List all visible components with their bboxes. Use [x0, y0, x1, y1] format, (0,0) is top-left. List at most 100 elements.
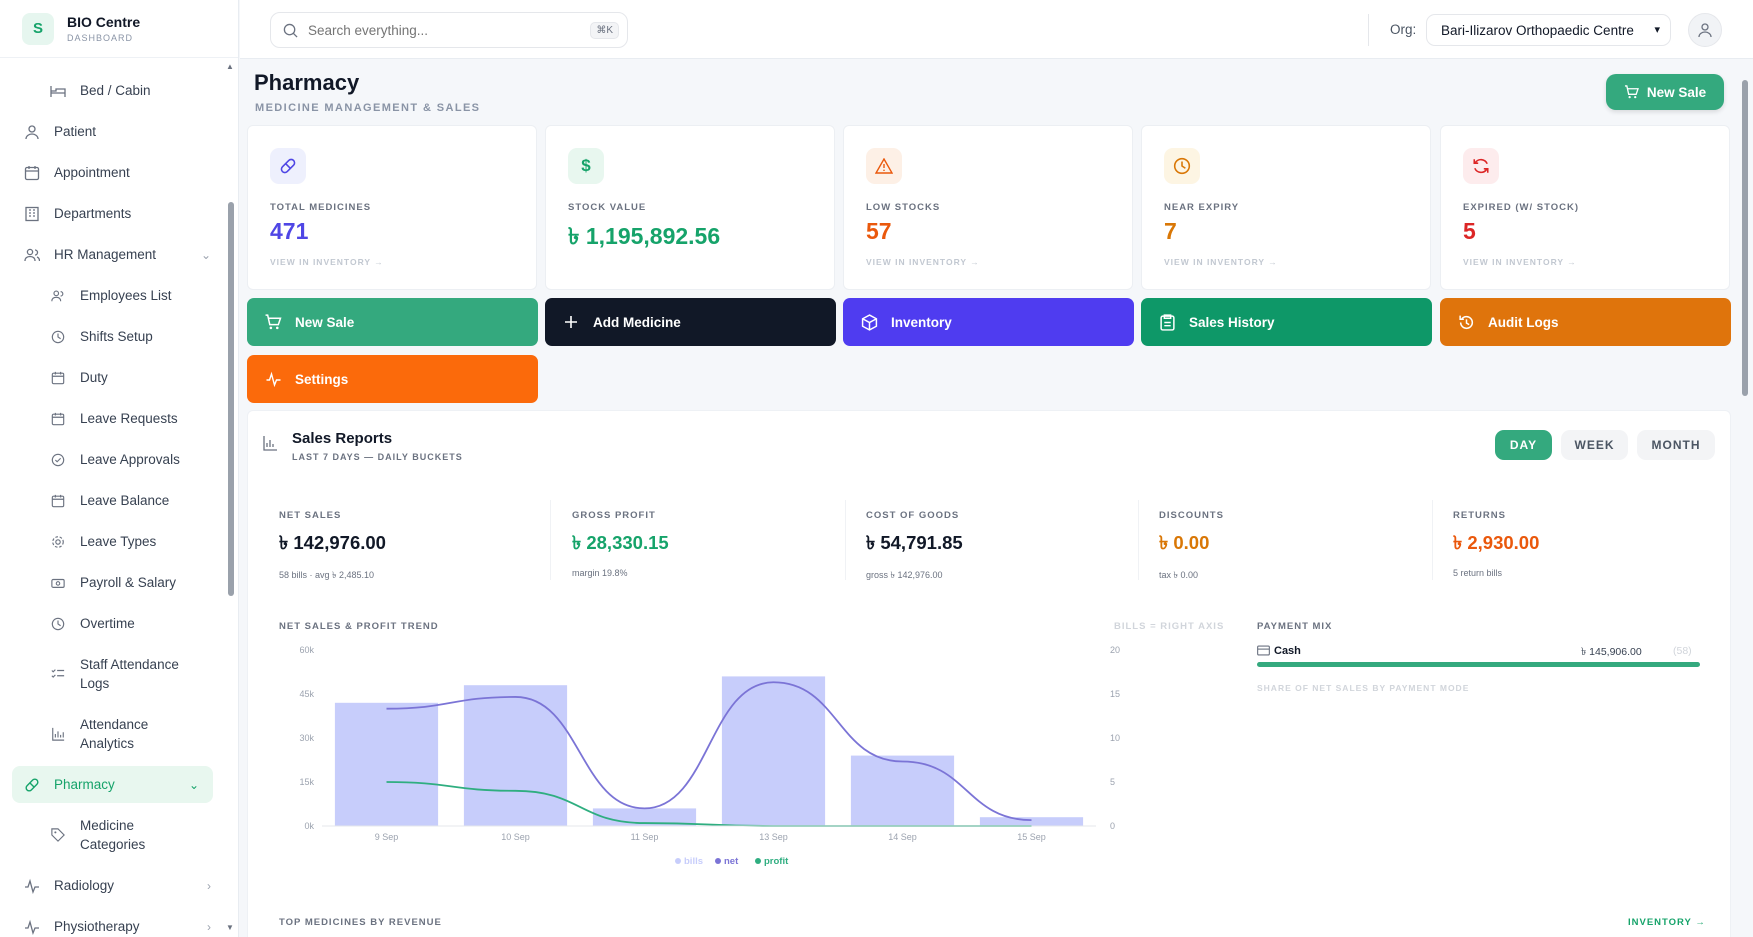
sidebar-item-payroll-salary[interactable]: Payroll & Salary	[0, 562, 225, 603]
sidebar-item-patient[interactable]: Patient	[0, 111, 225, 152]
sidebar-item-physiotherapy[interactable]: Physiotherapy ›	[0, 906, 225, 937]
sidebar-item-leave-types[interactable]: Leave Types	[0, 521, 225, 562]
action-label: Audit Logs	[1488, 314, 1559, 330]
audit-logs-button[interactable]: Audit Logs	[1440, 298, 1731, 346]
sidebar-item-radiology[interactable]: Radiology ›	[0, 865, 225, 906]
avatar[interactable]	[1688, 13, 1722, 47]
search-input[interactable]	[308, 22, 578, 38]
pulse-icon	[24, 919, 40, 935]
sidebar-item-medicine-categories[interactable]: Medicine Categories	[0, 805, 225, 865]
kpi-label: RETURNS	[1453, 510, 1506, 521]
sidebar-item-label: Appointment	[54, 165, 130, 180]
payment-name: Cash	[1274, 645, 1301, 657]
search-box[interactable]: ⌘K	[270, 12, 628, 48]
cart-icon	[1624, 85, 1639, 99]
legend-dot-bills	[675, 858, 681, 864]
tag-icon	[50, 827, 66, 843]
sidebar-item-departments[interactable]: Departments	[0, 193, 225, 234]
kpi-label: NET SALES	[279, 510, 342, 521]
stat-card-expired[interactable]: EXPIRED (W/ STOCK) 5 VIEW IN INVENTORY →	[1440, 125, 1730, 290]
action-new-sale-button[interactable]: New Sale	[247, 298, 538, 346]
sidebar-item-hr-management[interactable]: HR Management ⌄	[0, 234, 225, 275]
view-in-inventory-link[interactable]: VIEW IN INVENTORY →	[1164, 257, 1278, 267]
sidebar-item-duty[interactable]: Duty	[0, 357, 225, 398]
view-in-inventory-link[interactable]: VIEW IN INVENTORY →	[866, 257, 980, 267]
tab-day[interactable]: DAY	[1495, 430, 1552, 460]
payment-count: (58)	[1673, 645, 1692, 657]
x-tick-label: 10 Sep	[501, 832, 530, 842]
sidebar-item-leave-requests[interactable]: Leave Requests	[0, 398, 225, 439]
scroll-down-arrow[interactable]: ▼	[226, 923, 234, 932]
bar-chart-icon	[262, 435, 278, 456]
divider	[550, 500, 551, 580]
settings-button[interactable]: Settings	[247, 355, 538, 403]
bar-bills	[979, 817, 1084, 826]
trend-label: NET SALES & PROFIT TREND	[279, 621, 439, 632]
stat-label: LOW STOCKS	[866, 202, 941, 213]
stat-label: NEAR EXPIRY	[1164, 202, 1240, 213]
trend-chart: 0k 15k 30k 45k 60k 0 5 10 15 20 9 Sep 10 Sep 11 Sep 1…	[299, 645, 1120, 867]
sidebar-item-bed-cabin[interactable]: Bed / Cabin	[0, 70, 225, 111]
cart-icon	[263, 314, 283, 330]
sidebar-item-label: Leave Balance	[80, 493, 170, 508]
y-tick-right: 20	[1110, 645, 1120, 655]
org-select[interactable]: Bari-Ilizarov Orthopaedic Centre ▾	[1426, 14, 1671, 46]
stat-card-low-stocks[interactable]: LOW STOCKS 57 VIEW IN INVENTORY →	[843, 125, 1133, 290]
sidebar-item-employees-list[interactable]: Employees List	[0, 275, 225, 316]
bar-bills	[334, 702, 439, 826]
stat-card-near-expiry[interactable]: NEAR EXPIRY 7 VIEW IN INVENTORY →	[1141, 125, 1431, 290]
tab-month[interactable]: MONTH	[1637, 430, 1715, 460]
pill-icon	[270, 148, 306, 184]
money-icon	[50, 575, 66, 591]
scroll-up-arrow[interactable]: ▲	[226, 62, 234, 71]
sidebar-item-label: HR Management	[54, 247, 157, 262]
add-medicine-button[interactable]: Add Medicine	[545, 298, 836, 346]
action-label: Sales History	[1189, 314, 1275, 330]
sales-report-subtitle: LAST 7 DAYS — DAILY BUCKETS	[292, 452, 463, 462]
sidebar-item-overtime[interactable]: Overtime	[0, 603, 225, 644]
brand-logo: S	[22, 12, 54, 45]
stat-card-stock-value[interactable]: $ STOCK VALUE ৳ 1,195,892.56	[545, 125, 835, 290]
sales-history-button[interactable]: Sales History	[1141, 298, 1432, 346]
sidebar-scrollbar[interactable]	[228, 202, 234, 596]
y-tick-right: 0	[1110, 821, 1115, 831]
view-in-inventory-link[interactable]: VIEW IN INVENTORY →	[1463, 257, 1577, 267]
page-subtitle: MEDICINE MANAGEMENT & SALES	[255, 102, 481, 114]
sidebar-item-leave-balance[interactable]: Leave Balance	[0, 480, 225, 521]
sidebar-item-pharmacy[interactable]: Pharmacy ⌄	[12, 766, 213, 803]
y-tick-right: 5	[1110, 777, 1115, 787]
y-tick-left: 15k	[299, 777, 314, 787]
building-icon	[24, 206, 40, 222]
x-tick-label: 14 Sep	[888, 832, 917, 842]
org-value: Bari-Ilizarov Orthopaedic Centre	[1441, 22, 1634, 38]
sidebar-item-attendance-analytics[interactable]: Attendance Analytics	[0, 704, 225, 764]
view-in-inventory-link[interactable]: VIEW IN INVENTORY →	[270, 257, 384, 267]
inventory-button[interactable]: Inventory	[843, 298, 1134, 346]
sidebar-item-leave-approvals[interactable]: Leave Approvals	[0, 439, 225, 480]
history-icon	[1456, 314, 1476, 331]
stat-card-total-medicines[interactable]: TOTAL MEDICINES 471 VIEW IN INVENTORY →	[247, 125, 537, 290]
sidebar-item-appointment[interactable]: Appointment	[0, 152, 225, 193]
stat-value: 471	[270, 218, 309, 244]
clipboard-icon	[1157, 313, 1177, 331]
y-tick-left: 60k	[299, 645, 314, 655]
main-scrollbar[interactable]	[1742, 80, 1748, 396]
inventory-link[interactable]: INVENTORY →	[1628, 917, 1706, 928]
legend-dot-net	[715, 858, 721, 864]
tab-week[interactable]: WEEK	[1561, 430, 1628, 460]
kpi-value: ৳ 0.00	[1159, 532, 1210, 553]
sales-report-title: Sales Reports	[292, 430, 393, 447]
sidebar-item-staff-attendance-logs[interactable]: Staff Attendance Logs	[0, 644, 225, 704]
user-icon	[1697, 22, 1713, 38]
bar-chart-icon	[50, 726, 66, 742]
kpi-cost-of-goods: COST OF GOODS ৳ 54,791.85 gross ৳ 142,97…	[866, 510, 963, 583]
pill-icon	[24, 777, 40, 793]
new-sale-button[interactable]: New Sale	[1606, 74, 1724, 110]
kpi-sub: tax ৳ 0.00	[1159, 570, 1199, 580]
chevron-down-icon: ⌄	[200, 247, 211, 262]
sidebar-item-label: Departments	[54, 206, 132, 221]
payment-share-bar	[1257, 662, 1700, 667]
legend-label-profit: profit	[764, 856, 789, 867]
sidebar-item-shifts-setup[interactable]: Shifts Setup	[0, 316, 225, 357]
brand[interactable]: S BIO Centre DASHBOARD	[0, 0, 238, 58]
